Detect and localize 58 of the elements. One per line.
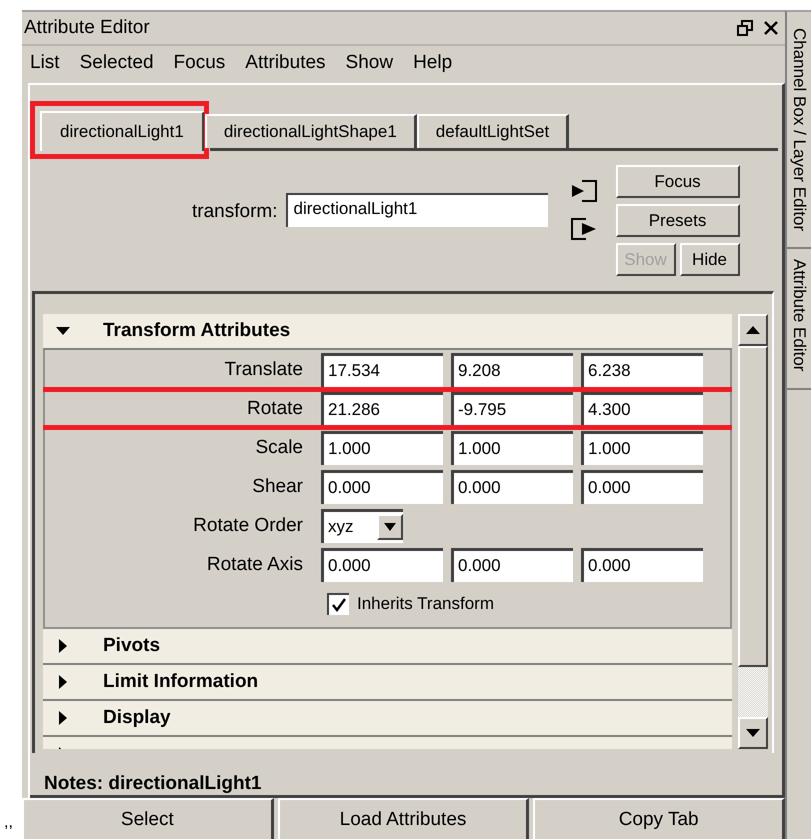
- menu-item[interactable]: Attributes: [245, 52, 326, 74]
- section-header[interactable]: Pivots: [43, 629, 732, 666]
- value-field[interactable]: 1.000: [321, 430, 443, 465]
- menu-item[interactable]: Show: [346, 52, 394, 74]
- menu-item[interactable]: Help: [413, 52, 452, 74]
- field-label: transform:: [192, 201, 278, 224]
- node-tab[interactable]: defaultLightSet: [416, 114, 570, 148]
- value-field[interactable]: 4.300: [581, 392, 703, 426]
- checkbox[interactable]: [327, 592, 349, 615]
- menu-item[interactable]: Selected: [80, 52, 154, 74]
- focus-button[interactable]: Focus: [616, 165, 740, 198]
- scroll-up-icon[interactable]: [746, 326, 760, 334]
- value-field[interactable]: 17.534: [321, 352, 443, 387]
- float-window-icon[interactable]: [737, 20, 753, 36]
- value-field[interactable]: 0.000: [451, 548, 573, 582]
- window-title: Attribute Editor: [24, 16, 151, 39]
- node-tab[interactable]: directionalLightShape1: [204, 114, 417, 148]
- action-button[interactable]: Load Attributes: [278, 798, 530, 839]
- checkbox-label: Inherits Transform: [357, 594, 494, 614]
- scroll-thumb[interactable]: [738, 346, 768, 668]
- value-field[interactable]: 6.238: [581, 352, 703, 387]
- hide-button[interactable]: Hide: [680, 243, 740, 276]
- attribute-label: Rotate: [246, 398, 304, 420]
- value-field[interactable]: 0.000: [321, 548, 443, 582]
- attribute-label: Shear: [251, 476, 304, 498]
- section-header[interactable]: Transform Attributes: [43, 314, 732, 350]
- attribute-label: Rotate Axis: [206, 554, 304, 576]
- section-header[interactable]: Display: [43, 701, 732, 738]
- section-header[interactable]: Limit Information: [43, 665, 732, 702]
- menu-item[interactable]: List: [30, 52, 60, 74]
- attribute-label: Scale: [254, 436, 304, 459]
- side-tab[interactable]: Attribute Editor: [787, 249, 811, 390]
- value-field[interactable]: 9.208: [451, 352, 573, 387]
- output-connection-icon[interactable]: [570, 217, 598, 242]
- value-field[interactable]: 0.000: [581, 548, 703, 582]
- attribute-label: Rotate Order: [192, 514, 304, 537]
- stray-mark: ,,: [4, 814, 13, 832]
- node-name-field[interactable]: directionalLight1: [286, 193, 548, 228]
- input-connection-icon[interactable]: [570, 179, 598, 204]
- value-field[interactable]: 0.000: [451, 470, 573, 504]
- scroll-track[interactable]: [738, 667, 768, 718]
- value-field[interactable]: -9.795: [451, 392, 573, 426]
- scroll-down-icon[interactable]: [746, 729, 760, 738]
- value-field[interactable]: 1.000: [451, 430, 573, 465]
- dropdown-arrow-icon: [384, 523, 396, 532]
- side-tab[interactable]: Channel Box / Layer Editor: [787, 12, 811, 250]
- close-icon[interactable]: [763, 20, 779, 36]
- action-button[interactable]: Select: [22, 798, 274, 839]
- node-tab[interactable]: directionalLight1: [40, 111, 205, 152]
- menu-item[interactable]: Focus: [174, 52, 226, 74]
- value-field[interactable]: 1.000: [581, 430, 703, 465]
- action-button[interactable]: Copy Tab: [533, 798, 786, 839]
- presets-button[interactable]: Presets: [616, 204, 740, 238]
- value-field[interactable]: 0.000: [321, 470, 443, 504]
- attribute-label: Translate: [224, 358, 304, 381]
- value-field[interactable]: 21.286: [321, 392, 443, 426]
- rotate-order-dropdown[interactable]: xyz: [321, 508, 403, 543]
- value-field[interactable]: 0.000: [581, 470, 703, 504]
